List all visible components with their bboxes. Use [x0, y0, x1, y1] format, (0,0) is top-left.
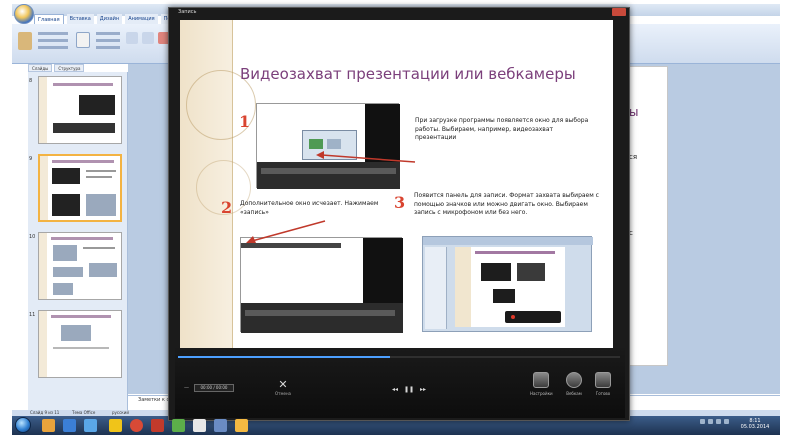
settings-button[interactable]: Настройки: [530, 372, 553, 404]
webcam-button[interactable]: Вебкам: [563, 372, 585, 404]
arrow-head: [246, 236, 256, 243]
taskbar-app-icon[interactable]: [172, 419, 185, 432]
settings-label: Настройки: [530, 391, 553, 396]
taskbar-app-icon[interactable]: [42, 419, 55, 432]
recording-time: 00:00 / 00:00: [194, 384, 234, 392]
settings-icon: [533, 372, 549, 388]
save-icon: [595, 372, 611, 388]
webcam-icon: [566, 372, 582, 388]
taskbar-app-icon[interactable]: [109, 419, 122, 432]
taskbar-app-icon[interactable]: [214, 419, 227, 432]
recorder-control-bar: [175, 348, 625, 418]
recording-timeline-progress: [178, 356, 391, 358]
taskbar-app-icon[interactable]: [63, 419, 76, 432]
cancel-button[interactable]: ✕ Отмена: [273, 379, 293, 405]
arrow-step-2: [251, 220, 326, 242]
taskbar-app-icon[interactable]: [84, 419, 97, 432]
pause-icon[interactable]: ❚❚: [404, 386, 414, 393]
done-button[interactable]: Готово: [592, 372, 614, 404]
taskbar-app-icon[interactable]: [151, 419, 164, 432]
done-label: Готово: [595, 391, 611, 396]
cancel-label: Отмена: [274, 391, 292, 396]
arrow-head: [316, 151, 324, 159]
desktop-screen: Главная Вставка Дизайн Анимация Показ Сл…: [0, 0, 788, 437]
forward-icon[interactable]: ▸▸: [420, 386, 426, 393]
rewind-icon[interactable]: ◂◂: [392, 386, 398, 393]
webcam-label: Вебкам: [566, 391, 582, 396]
playback-controls: ◂◂ ❚❚ ▸▸: [392, 384, 426, 394]
taskbar-app-icon[interactable]: [193, 419, 206, 432]
close-icon: ✕: [278, 378, 288, 391]
taskbar-app-icon[interactable]: [235, 419, 248, 432]
taskbar-app-icon[interactable]: [130, 419, 143, 432]
arrow-step-1: [321, 154, 416, 163]
time-prefix: —: [184, 385, 189, 391]
